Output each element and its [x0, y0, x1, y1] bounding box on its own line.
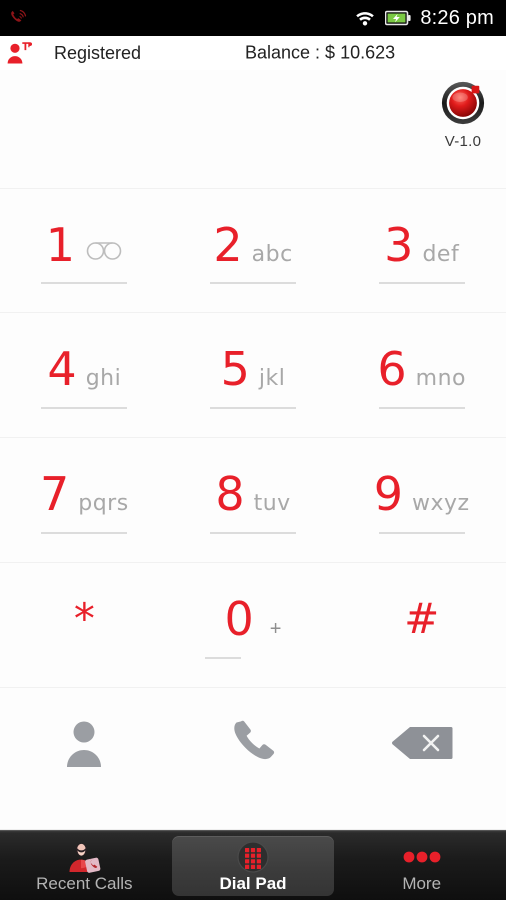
key-digit: 4 [47, 342, 77, 396]
key-underline [378, 532, 465, 534]
key-digit: 3 [384, 217, 414, 272]
dial-keypad: 1 2 abc 3 def 4 ghi 5 jkl 6 mno 7 pqrs 8… [0, 188, 506, 688]
keypad-row: 1 2 abc 3 def [0, 188, 506, 313]
key-underline [210, 282, 296, 284]
record-button-zone: V-1.0 [0, 70, 506, 188]
key-4[interactable]: 4 ghi [0, 313, 169, 437]
dialpad-grid-icon [237, 841, 269, 873]
system-status-bar: 8:26 pm [0, 0, 506, 36]
key-1[interactable]: 1 [0, 189, 169, 312]
key-digit: * [73, 594, 95, 643]
tab-label: Recent Calls [36, 874, 133, 893]
keypad-row: * 0 + # [0, 563, 506, 688]
key-letters: tuv [253, 491, 291, 516]
recent-calls-icon [69, 843, 101, 873]
key-digit: 8 [215, 467, 245, 521]
key-underline [41, 282, 128, 284]
key-letters: wxyz [412, 491, 470, 516]
key-digit: 9 [373, 467, 404, 521]
dial-action-row [0, 688, 506, 830]
more-dots-icon [403, 851, 441, 863]
key-letters: jkl [258, 366, 286, 391]
key-underline [41, 532, 128, 534]
balance-label: Balance : $ 10.623 [245, 42, 396, 63]
key-digit: # [404, 594, 440, 643]
key-7[interactable]: 7 pqrs [0, 438, 169, 562]
call-button[interactable] [169, 706, 338, 780]
key-digit: 2 [213, 217, 243, 272]
key-letters: mno [415, 366, 466, 391]
key-digit: 1 [45, 217, 75, 272]
record-button-icon[interactable] [440, 80, 486, 126]
key-letters: def [422, 241, 460, 267]
tab-label: More [402, 874, 442, 893]
key-digit: 7 [39, 467, 70, 521]
tab-label: Dial Pad [219, 874, 287, 893]
voicemail-icon [86, 241, 122, 260]
bottom-tab-bar: Recent Calls Dial Pad More [0, 830, 506, 900]
registered-user-icon [7, 42, 32, 64]
keypad-row: 7 pqrs 8 tuv 9 wxyz [0, 438, 506, 563]
key-digit: 0 [224, 592, 254, 646]
key-3[interactable]: 3 def [337, 189, 506, 312]
dialer-app-screen: 8:26 pm Registered Balance : $ 10.623 V-… [0, 0, 506, 900]
phone-handset-icon[interactable] [227, 717, 279, 769]
key-star[interactable]: * [0, 563, 169, 687]
key-6[interactable]: 6 mno [337, 313, 506, 437]
tab-icon-wrapper [403, 840, 441, 874]
key-underline [210, 532, 296, 534]
key-digit: 5 [220, 342, 250, 396]
key-5[interactable]: 5 jkl [169, 313, 338, 437]
status-bar-left-icons [8, 7, 30, 29]
app-version-label: V-1.0 [444, 133, 482, 150]
tab-more[interactable]: More [340, 836, 503, 896]
key-underline [205, 657, 241, 659]
tab-dial-pad[interactable]: Dial Pad [171, 836, 335, 896]
key-2[interactable]: 2 abc [169, 189, 338, 312]
battery-charging-icon [385, 10, 411, 26]
key-letters: pqrs [78, 491, 129, 516]
backspace-icon[interactable] [391, 725, 453, 761]
status-bar-clock: 8:26 pm [420, 6, 494, 29]
wifi-icon [356, 12, 375, 26]
key-0[interactable]: 0 + [169, 563, 338, 687]
tab-recent-calls[interactable]: Recent Calls [3, 836, 166, 896]
tab-icon-wrapper [237, 840, 269, 874]
record-button-wrapper[interactable]: V-1.0 [432, 80, 494, 150]
key-underline [210, 407, 296, 409]
key-letters: abc [251, 241, 293, 267]
registration-status-label: Registered [54, 42, 142, 63]
key-underline [378, 282, 465, 284]
key-hash[interactable]: # [337, 563, 506, 687]
keypad-row: 4 ghi 5 jkl 6 mno [0, 313, 506, 438]
backspace-button[interactable] [337, 706, 506, 780]
status-bar-right-icons: 8:26 pm [354, 7, 494, 30]
key-digit: 6 [377, 342, 407, 396]
tab-icon-wrapper [67, 840, 101, 874]
key-letters: ghi [85, 366, 122, 391]
key-underline [41, 407, 128, 409]
key-8[interactable]: 8 tuv [169, 438, 338, 562]
contacts-button[interactable] [0, 706, 169, 780]
phone-waves-icon [11, 9, 27, 22]
contact-person-icon[interactable] [61, 718, 107, 768]
key-plus-label: + [269, 618, 282, 640]
key-underline [378, 407, 465, 409]
account-status-bar: Registered Balance : $ 10.623 [0, 36, 506, 70]
key-9[interactable]: 9 wxyz [337, 438, 506, 562]
